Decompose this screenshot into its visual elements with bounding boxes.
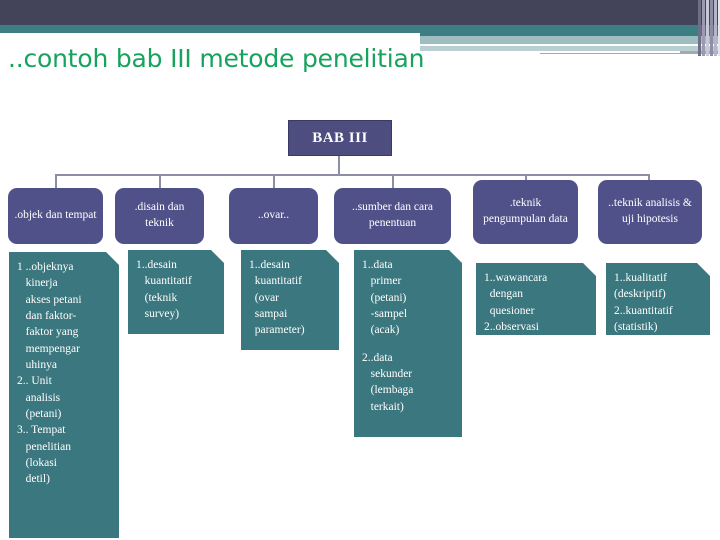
detail-line: -sampel: [362, 307, 408, 320]
detail-line: sampai: [249, 307, 288, 320]
detail-line: 1 ..objeknya: [17, 261, 74, 273]
detail-line: uhinya: [17, 358, 57, 371]
connector-root-stem: [338, 154, 340, 176]
detail-line: (statistik): [614, 320, 658, 333]
detail-box-teknik-pengumpulan-data[interactable]: 1..wawancara dengan quesioner 2..observas…: [476, 263, 596, 335]
detail-box-objek-dan-tempat[interactable]: 1 ..objeknya kinerja akses petani dan fa…: [9, 252, 119, 538]
category-label: ..teknik analisis & uji hipotesis: [608, 197, 692, 225]
detail-box-teknik-analisis-uji-hipotesis[interactable]: 1..kualitatif (deskriptif) 2..kuantitatif (…: [606, 263, 710, 335]
detail-line: kinerja: [17, 277, 58, 290]
category-label: .objek dan tempat: [14, 209, 97, 222]
connector-drop-2: [159, 174, 161, 188]
detail-line: parameter): [249, 324, 305, 337]
detail-line: 2..kuantitatif: [614, 304, 673, 317]
detail-line: kuantitatif: [136, 275, 192, 288]
connector-drop-4: [392, 174, 394, 188]
detail-line: 1..desain: [136, 259, 177, 271]
slide-canvas: ..contoh bab III metode penelitian BAB I…: [0, 0, 720, 540]
detail-line: penelitian: [17, 440, 71, 453]
detail-line: 1..data: [362, 259, 393, 271]
detail-line: sekunder: [362, 367, 413, 380]
detail-line: 1..wawancara: [484, 272, 548, 284]
detail-line: 2..observasi: [484, 320, 539, 333]
detail-line: dan faktor-: [17, 309, 77, 322]
category-box-sumber-dan-cara-penentuan[interactable]: ..sumber dan cara penentuan: [334, 188, 451, 244]
detail-line: quesioner: [484, 304, 535, 317]
header-corner-bars: [698, 0, 720, 56]
detail-box-disain-dan-teknik[interactable]: 1..desain kuantitatif (teknik survey): [128, 250, 224, 334]
category-box-teknik-analisis-uji-hipotesis[interactable]: ..teknik analisis & uji hipotesis: [598, 180, 702, 244]
detail-line: kuantitatif: [249, 275, 303, 288]
category-box-objek-dan-tempat[interactable]: .objek dan tempat: [8, 188, 103, 244]
detail-line: faktor yang: [17, 326, 79, 339]
connector-horizontal-bus: [55, 174, 648, 176]
detail-line: [362, 339, 455, 350]
header-dark-band: [0, 0, 720, 25]
detail-line: (petani): [362, 291, 407, 304]
detail-line: 3.. Tempat: [17, 424, 66, 437]
category-box-ovar[interactable]: ..ovar..: [229, 188, 318, 244]
detail-line: detil): [17, 473, 50, 486]
detail-line: (lokasi: [17, 456, 57, 469]
detail-line: 1..desain: [249, 259, 290, 271]
detail-line: (petani): [17, 407, 62, 420]
category-label: .teknik pengumpulan data: [483, 197, 568, 225]
category-label: ..ovar..: [257, 209, 290, 222]
slide-title: ..contoh bab III metode penelitian: [8, 44, 425, 73]
category-box-teknik-pengumpulan-data[interactable]: .teknik pengumpulan data: [473, 180, 578, 244]
detail-line: (deskriptif): [614, 288, 666, 301]
detail-line: (teknik: [136, 291, 178, 304]
header-pale-band: [420, 36, 720, 44]
category-label: ..sumber dan cara penentuan: [351, 201, 434, 229]
category-label: .disain dan teknik: [134, 201, 185, 229]
detail-box-sumber-dan-cara-penentuan[interactable]: 1..data primer (petani) -sampel (acak) 2…: [354, 250, 462, 437]
detail-line: mempengar: [17, 342, 80, 355]
detail-line: (lembaga: [362, 384, 414, 397]
detail-line: terkait): [362, 400, 404, 413]
detail-line: 1..kualitatif: [614, 272, 668, 284]
connector-drop-3: [273, 174, 275, 188]
detail-box-ovar[interactable]: 1..desain kuantitatif (ovar sampai param…: [241, 250, 339, 350]
detail-line: dengan: [484, 288, 523, 301]
detail-line: (acak): [362, 324, 400, 337]
detail-line: primer: [362, 275, 402, 288]
connector-drop-1: [55, 174, 57, 188]
detail-line: analisis: [17, 391, 61, 404]
category-box-disain-dan-teknik[interactable]: .disain dan teknik: [115, 188, 204, 244]
detail-line: akses petani: [17, 293, 82, 306]
detail-line: 2.. Unit: [17, 375, 52, 388]
detail-line: survey): [136, 307, 180, 320]
detail-line: (ovar: [249, 291, 280, 304]
detail-line: 2..data: [362, 351, 393, 364]
root-node-bab-iii[interactable]: BAB III: [288, 120, 392, 156]
